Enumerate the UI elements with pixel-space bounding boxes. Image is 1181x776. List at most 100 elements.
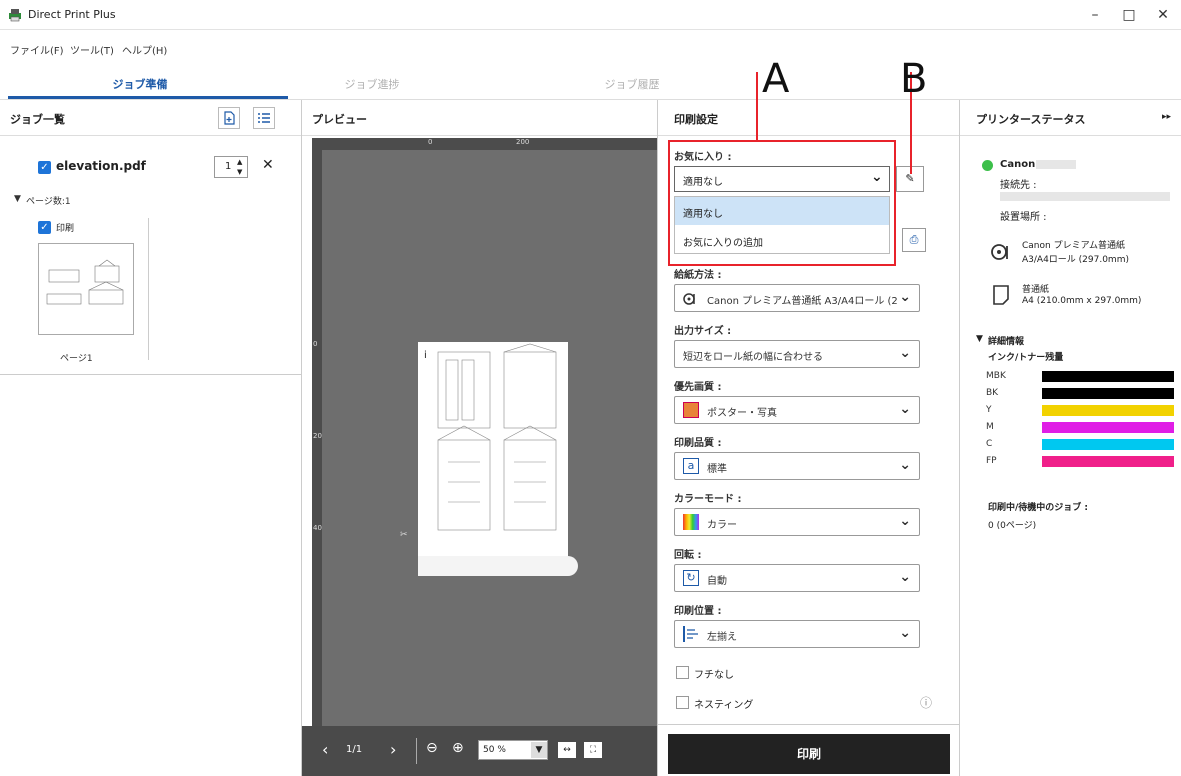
file-checkbox[interactable] [38, 161, 51, 174]
ink-name: Y [986, 405, 992, 415]
ink-name: C [986, 439, 993, 449]
printer-settings-button[interactable]: ⎙ [902, 228, 926, 252]
tab-bar: ジョブ準備 ジョブ進捗 ジョブ履歴 [0, 66, 1181, 100]
borderless-label: フチなし [694, 670, 734, 681]
preview-canvas[interactable]: i ✂ [322, 150, 657, 726]
chevron-down-icon: ⌄ [899, 289, 911, 305]
preview-toolbar: ‹ 1/1 › ⊖ ⊕ 50 % ▼ ↔ ⛶ [302, 726, 657, 776]
details-expander-icon[interactable]: ▼ [976, 334, 983, 344]
ink-row: BK [986, 387, 1176, 401]
tab-job-prep[interactable]: ジョブ準備 [40, 76, 240, 92]
color-mode-select[interactable]: カラー ⌄ [674, 508, 920, 536]
ruler-top-0: 0 [428, 138, 433, 146]
collapse-panel-icon[interactable]: ▸▸ [1162, 112, 1171, 122]
rotation-select[interactable]: ↻ 自動 ⌄ [674, 564, 920, 592]
ink-level-bar [1042, 388, 1174, 399]
ink-name: BK [986, 388, 999, 398]
settings-footer-divider [658, 724, 959, 725]
feed-label: 給紙方法 : [674, 270, 722, 281]
ink-row: C [986, 438, 1176, 452]
close-window-button[interactable]: ✕ [1146, 4, 1180, 26]
svg-text:i: i [424, 350, 427, 361]
ruler-left: 0 200 400 [312, 150, 326, 726]
pages-expander[interactable]: ▼ [14, 194, 21, 204]
toolbar-separator [416, 738, 417, 764]
connection-redacted [1000, 192, 1170, 201]
output-size-label: 出力サイズ : [674, 326, 732, 337]
chevron-down-icon: ⌄ [899, 345, 911, 361]
settings-header: 印刷設定 [658, 100, 959, 136]
zoom-out-icon[interactable]: ⊖ [426, 740, 438, 756]
preview-title: プレビュー [312, 113, 367, 126]
prev-page-button[interactable]: ‹ [322, 740, 328, 759]
tab-job-history[interactable]: ジョブ履歴 [532, 76, 732, 92]
priority-select[interactable]: ポスター・写真 ⌄ [674, 396, 920, 424]
menu-bar: ファイル(F) ツール(T) ヘルプ(H) [0, 30, 1181, 66]
tab-job-progress[interactable]: ジョブ進捗 [272, 76, 472, 92]
ink-level-bar [1042, 405, 1174, 416]
preview-page: i [418, 342, 568, 562]
output-size-value: 短辺をロール紙の幅に合わせる [683, 352, 823, 363]
menu-help[interactable]: ヘルプ(H) [122, 42, 167, 57]
list-view-button[interactable] [253, 107, 275, 129]
roll-paper-icon [990, 240, 1012, 265]
priority-label: 優先画質 : [674, 382, 722, 393]
borderless-checkbox[interactable] [676, 666, 689, 679]
zoom-select[interactable]: 50 % ▼ [478, 740, 548, 760]
sheet-paper-icon [992, 284, 1010, 309]
job-list-header: ジョブ一覧 [0, 100, 301, 136]
pages-count: ページ数:1 [26, 197, 71, 207]
printer-name: Canon [1000, 159, 1036, 170]
print-page-label: 印刷 [56, 224, 75, 234]
nesting-checkbox[interactable] [676, 696, 689, 709]
connection-label: 接続先 : [1000, 180, 1037, 191]
annotation-line-a [756, 72, 758, 140]
details-label: 詳細情報 [988, 337, 1025, 347]
fit-page-icon[interactable]: ⛶ [584, 742, 602, 758]
position-label: 印刷位置 : [674, 606, 722, 617]
printer-status-panel: プリンターステータス ▸▸ Canon 接続先 : 設置場所 : Canon プ… [960, 100, 1181, 776]
roll-paper-size: A3/A4ロール (297.0mm) [1022, 255, 1129, 265]
rotation-label: 回転 : [674, 550, 702, 561]
chevron-down-icon: ⌄ [899, 457, 911, 473]
print-button[interactable]: 印刷 [668, 734, 950, 774]
next-page-button[interactable]: › [390, 740, 396, 759]
feed-select[interactable]: Canon プレミアム普通紙 A3/A4ロール (29 ⌄ [674, 284, 920, 312]
ink-row: M [986, 421, 1176, 435]
ink-level-bar [1042, 371, 1174, 382]
list-icon [258, 113, 270, 123]
poster-photo-icon [683, 402, 699, 418]
sheet-paper-name: 普通紙 [1022, 285, 1050, 295]
print-page-checkbox[interactable] [38, 221, 51, 234]
printer-model-redacted [1036, 160, 1076, 169]
roll-paper-icon [683, 290, 699, 306]
zoom-in-icon[interactable]: ⊕ [452, 740, 464, 756]
output-size-select[interactable]: 短辺をロール紙の幅に合わせる ⌄ [674, 340, 920, 368]
printer-icon: ⎙ [909, 233, 919, 246]
jobs-label: 印刷中/待機中のジョブ : [988, 503, 1089, 513]
status-header: プリンターステータス ▸▸ [960, 100, 1181, 136]
add-file-button[interactable] [218, 107, 240, 129]
remove-file-button[interactable]: ✕ [262, 157, 274, 173]
position-value: 左揃え [707, 632, 737, 643]
preview-header: プレビュー [302, 100, 657, 136]
position-select[interactable]: 左揃え ⌄ [674, 620, 920, 648]
annotation-box-a [668, 140, 896, 266]
minimize-button[interactable]: – [1078, 4, 1112, 26]
job-list-divider [0, 374, 301, 375]
chevron-down-icon: ⌄ [899, 401, 911, 417]
stepper-arrows-icon[interactable]: ▲ ▼ [237, 157, 242, 177]
app-title: Direct Print Plus [28, 8, 116, 21]
color-mode-label: カラーモード : [674, 494, 742, 505]
menu-tools[interactable]: ツール(T) [70, 42, 114, 57]
copies-stepper[interactable]: 1 ▲ ▼ [214, 156, 248, 178]
quality-label: 印刷品質 : [674, 438, 722, 449]
menu-file[interactable]: ファイル(F) [10, 42, 64, 57]
page-thumbnail[interactable] [38, 243, 134, 335]
rotation-value: 自動 [707, 576, 727, 587]
maximize-button[interactable]: □ [1112, 4, 1146, 26]
fit-width-icon[interactable]: ↔ [558, 742, 576, 758]
quality-select[interactable]: a 標準 ⌄ [674, 452, 920, 480]
help-icon[interactable]: ⓘ [920, 694, 932, 711]
ink-row: Y [986, 404, 1176, 418]
